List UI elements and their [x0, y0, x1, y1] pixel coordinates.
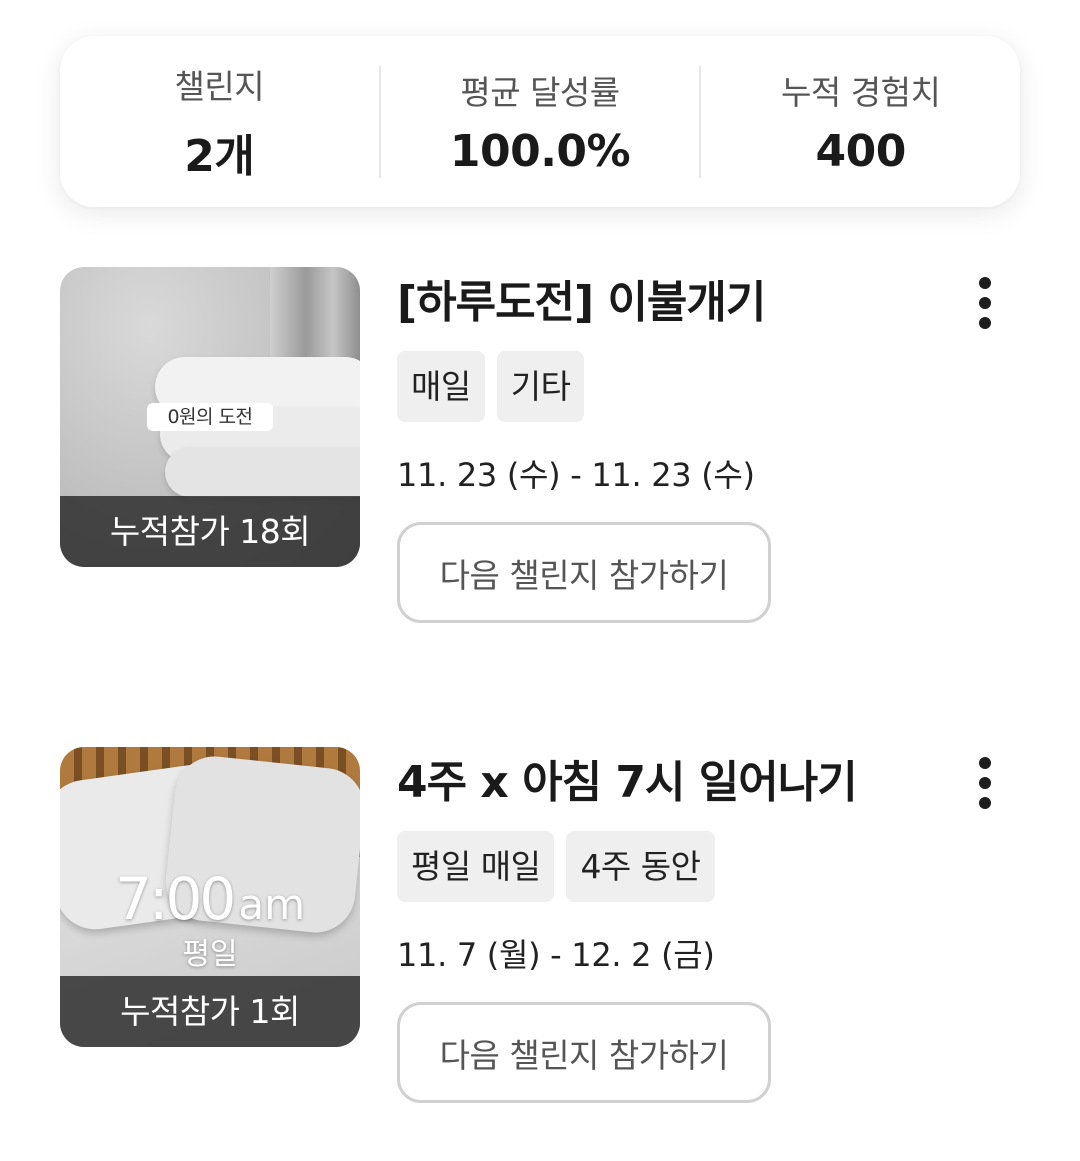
- stat-label: 누적 경험치: [781, 73, 941, 112]
- challenge-info: [하루도전] 이불개기 매일 기타 11. 23 (수) - 11. 23 (수…: [397, 267, 997, 623]
- stat-challenges: 챌린지 2개: [60, 36, 379, 207]
- challenge-item[interactable]: 0원의 도전 누적참가 18회 [하루도전] 이불개기 매일 기타 11. 23…: [60, 267, 1020, 623]
- more-vertical-icon[interactable]: [968, 757, 1002, 809]
- dot: [979, 277, 991, 289]
- stat-average-rate: 평균 달성률 100.0%: [381, 36, 700, 207]
- alarm-time: 7:00 am: [60, 865, 360, 933]
- challenge-thumbnail[interactable]: 0원의 도전 누적참가 18회: [60, 267, 360, 567]
- tag: 매일: [397, 351, 485, 422]
- participation-count: 누적참가 18회: [60, 496, 360, 567]
- stat-experience: 누적 경험치 400: [701, 36, 1020, 207]
- summary-card: 챌린지 2개 평균 달성률 100.0% 누적 경험치 400: [60, 36, 1020, 207]
- challenge-title[interactable]: 4주 x 아침 7시 일어나기: [397, 755, 997, 811]
- tag: 평일 매일: [397, 831, 555, 902]
- dot: [979, 777, 991, 789]
- challenge-dates: 11. 23 (수) - 11. 23 (수): [397, 456, 755, 494]
- challenge-title[interactable]: [하루도전] 이불개기: [397, 275, 997, 331]
- stat-label: 평균 달성률: [460, 73, 620, 112]
- alarm-days: 평일: [182, 937, 238, 972]
- challenge-thumbnail[interactable]: 7:00 am 평일 누적참가 1회: [60, 747, 360, 1047]
- thumbnail-badge: 0원의 도전: [147, 403, 273, 431]
- tag-list: 평일 매일 4주 동안: [397, 831, 997, 902]
- stat-value: 100.0%: [449, 126, 631, 177]
- alarm-time-value: 7:00: [115, 865, 236, 933]
- dot: [979, 317, 991, 329]
- tag: 기타: [496, 351, 585, 422]
- challenge-page: 챌린지 2개 평균 달성률 100.0% 누적 경험치 400 0원의 도전 누…: [0, 0, 1080, 1161]
- join-next-challenge-button[interactable]: 다음 챌린지 참가하기: [397, 1002, 771, 1103]
- join-next-challenge-button[interactable]: 다음 챌린지 참가하기: [397, 522, 771, 623]
- challenge-info: 4주 x 아침 7시 일어나기 평일 매일 4주 동안 11. 7 (월) - …: [397, 747, 997, 1103]
- dot: [979, 797, 991, 809]
- dot: [979, 297, 991, 309]
- tag: 4주 동안: [566, 831, 715, 902]
- participation-count: 누적참가 1회: [60, 976, 360, 1047]
- alarm-time-ampm: am: [238, 880, 305, 929]
- challenge-dates: 11. 7 (월) - 12. 2 (금): [397, 936, 715, 974]
- stat-value: 2개: [184, 130, 255, 182]
- more-vertical-icon[interactable]: [968, 277, 1002, 329]
- folded-blanket: [165, 447, 360, 497]
- dot: [979, 757, 991, 769]
- tag-list: 매일 기타: [397, 351, 997, 422]
- stat-label: 챌린지: [174, 66, 265, 106]
- challenge-item[interactable]: 7:00 am 평일 누적참가 1회 4주 x 아침 7시 일어나기 평일 매일…: [60, 747, 1020, 1103]
- stat-value: 400: [815, 126, 907, 177]
